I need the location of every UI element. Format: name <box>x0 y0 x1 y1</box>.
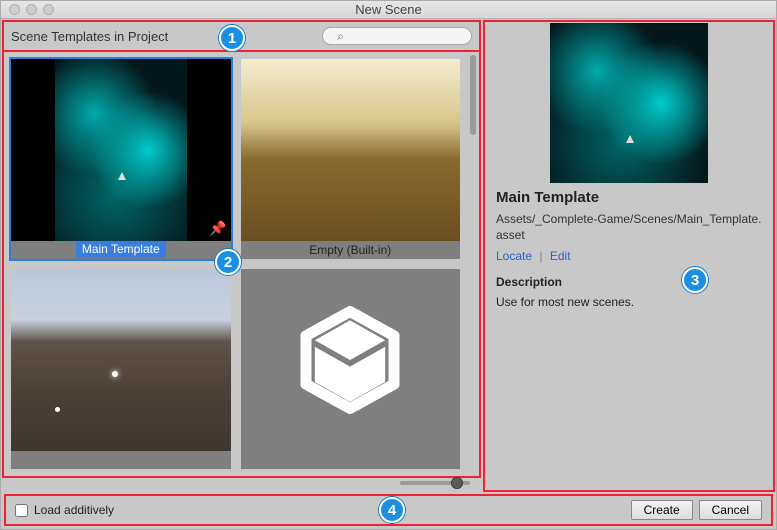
details-links: Locate | Edit <box>496 249 762 263</box>
templates-heading: Scene Templates in Project <box>11 29 168 44</box>
details-title: Main Template <box>496 189 762 206</box>
unity-logo-icon <box>295 305 405 415</box>
upper-area: Scene Templates in Project ⌕ <box>3 21 774 491</box>
template-label: Main Template <box>76 240 166 258</box>
load-additively-input[interactable] <box>15 504 28 517</box>
footer-buttons: Create Cancel <box>631 500 762 520</box>
slider-knob[interactable] <box>452 478 462 488</box>
template-tile-main[interactable]: 📌 Main Template <box>11 59 231 259</box>
search-icon: ⌕ <box>337 29 344 44</box>
search-wrap: ⌕ <box>331 27 472 45</box>
annotation-badge-1: 1 <box>219 25 245 51</box>
create-button[interactable]: Create <box>631 500 693 520</box>
window-controls[interactable] <box>9 4 54 15</box>
template-tile[interactable] <box>241 269 461 469</box>
thumbnail-size-slider[interactable] <box>400 481 470 485</box>
details-info: Main Template Assets/_Complete-Game/Scen… <box>486 189 772 309</box>
dialog-body: Scene Templates in Project ⌕ <box>1 19 776 529</box>
template-label: Empty (Built-in) <box>241 241 461 259</box>
thumbnail-size-row <box>3 477 480 491</box>
annotation-badge-2: 2 <box>215 249 241 275</box>
template-thumbnail: 📌 <box>11 59 231 241</box>
link-separator: | <box>539 249 542 263</box>
templates-grid-area: 📌 Main Template Empty (Built-in) <box>3 51 480 477</box>
annotation-badge-4: 4 <box>379 497 405 523</box>
load-additively-label: Load additively <box>34 503 114 517</box>
details-asset-path: Assets/_Complete-Game/Scenes/Main_Templa… <box>496 212 762 243</box>
template-tile-empty[interactable]: Empty (Built-in) <box>241 59 461 259</box>
window-title: New Scene <box>355 2 421 17</box>
template-thumbnail <box>241 269 461 451</box>
template-label <box>241 451 461 469</box>
minimize-icon[interactable] <box>26 4 37 15</box>
template-details: Main Template Assets/_Complete-Game/Scen… <box>484 21 774 491</box>
annotation-badge-3: 3 <box>682 267 708 293</box>
load-additively-checkbox[interactable]: Load additively <box>15 503 114 517</box>
close-icon[interactable] <box>9 4 20 15</box>
zoom-icon[interactable] <box>43 4 54 15</box>
template-label <box>11 451 231 469</box>
template-thumbnail <box>11 269 231 451</box>
template-tile[interactable] <box>11 269 231 469</box>
pin-icon[interactable]: 📌 <box>209 220 226 237</box>
description-text: Use for most new scenes. <box>496 295 762 309</box>
template-thumbnail <box>241 59 461 241</box>
left-column: Scene Templates in Project ⌕ <box>3 21 480 491</box>
edit-link[interactable]: Edit <box>550 249 571 263</box>
locate-link[interactable]: Locate <box>496 249 532 263</box>
new-scene-dialog: New Scene Scene Templates in Project ⌕ <box>0 0 777 530</box>
titlebar: New Scene <box>1 1 776 19</box>
grid-scrollbar[interactable] <box>468 53 478 475</box>
scrollbar-thumb[interactable] <box>470 55 476 135</box>
description-heading: Description <box>496 275 762 289</box>
search-input[interactable] <box>322 27 472 45</box>
cancel-button[interactable]: Cancel <box>699 500 762 520</box>
details-preview <box>486 23 772 183</box>
